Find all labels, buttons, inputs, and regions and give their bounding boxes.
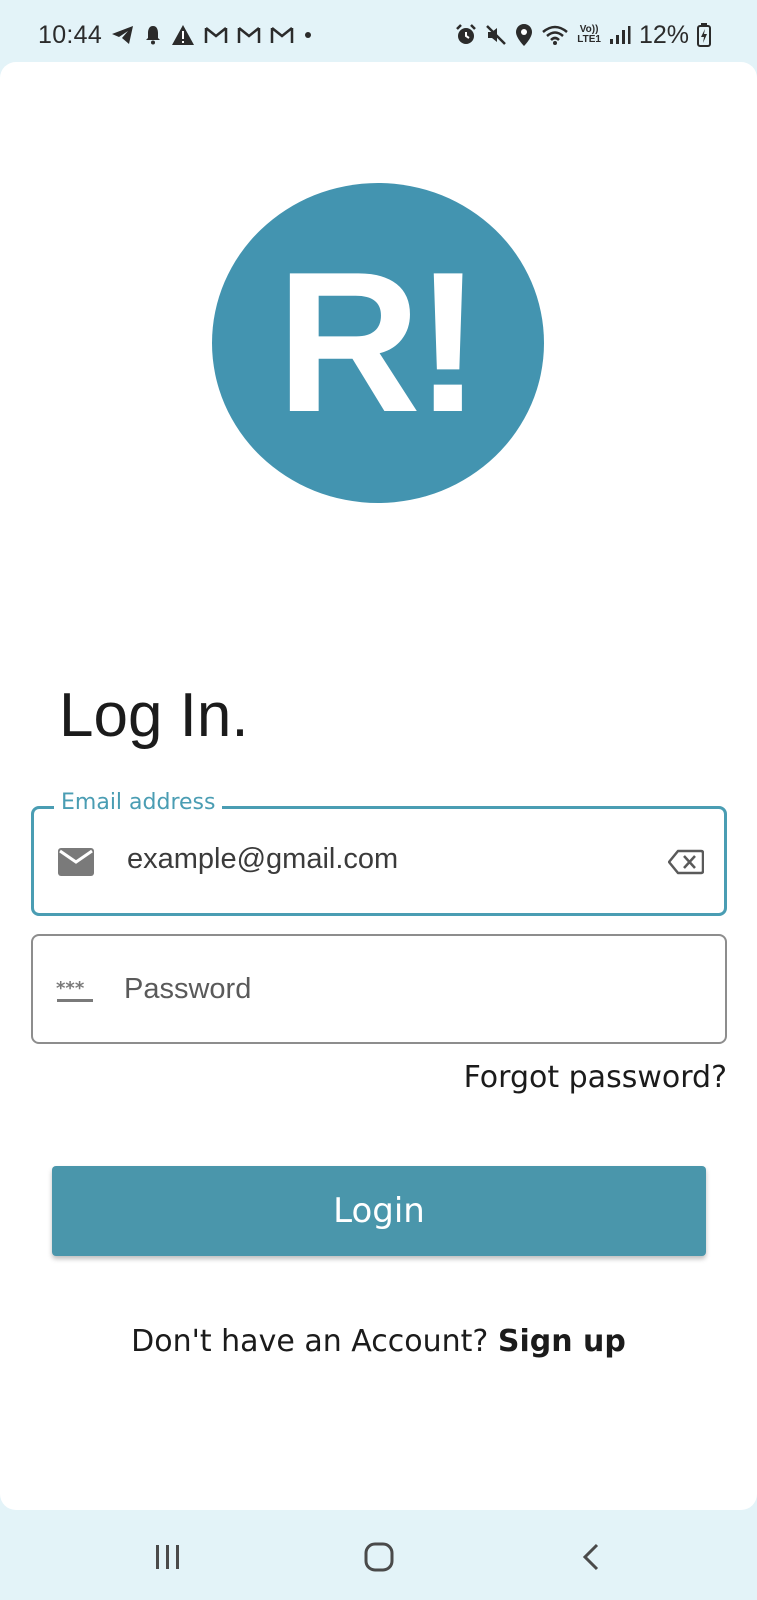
back-icon	[582, 1543, 599, 1571]
signal-icon	[609, 25, 631, 45]
signup-prompt: Don't have an Account? Sign up	[0, 1324, 757, 1359]
lte-label: LTE1	[577, 34, 601, 45]
navigation-bar	[0, 1510, 757, 1600]
status-bar: 10:44 Vo)) LTE1 12%	[0, 0, 757, 62]
home-icon	[364, 1542, 394, 1572]
password-input[interactable]	[124, 966, 684, 1012]
email-input-value[interactable]: example@gmail.com	[127, 843, 398, 876]
email-field-label: Email address	[54, 790, 223, 815]
logo-text: R!	[276, 231, 481, 454]
password-field[interactable]: ***	[31, 934, 727, 1044]
signup-prompt-text: Don't have an Account?	[131, 1324, 498, 1359]
telegram-icon	[111, 25, 135, 45]
status-right: Vo)) LTE1 12%	[455, 20, 711, 50]
password-dots-icon: ***	[55, 978, 95, 1009]
notification-bell-icon	[144, 24, 162, 46]
forgot-password-link[interactable]: Forgot password?	[464, 1060, 727, 1095]
email-field[interactable]: Email address example@gmail.com	[31, 790, 727, 916]
login-card: R! Log In. Email address example@gmail.c…	[0, 62, 757, 1510]
mute-icon	[485, 24, 507, 46]
volte-lte-indicator: Vo)) LTE1	[577, 25, 601, 45]
app-logo: R!	[212, 183, 544, 503]
signup-link[interactable]: Sign up	[498, 1324, 626, 1359]
warning-icon	[171, 24, 195, 46]
gmail-icon	[204, 25, 228, 45]
status-left: 10:44	[38, 20, 313, 50]
status-time: 10:44	[38, 20, 103, 49]
gmail-icon	[237, 25, 261, 45]
clear-text-icon[interactable]	[667, 849, 705, 880]
recents-button[interactable]	[143, 1532, 193, 1582]
location-icon	[515, 23, 533, 47]
mail-icon	[57, 847, 95, 882]
home-button[interactable]	[354, 1532, 404, 1582]
wifi-icon	[541, 24, 569, 46]
battery-percent: 12%	[638, 20, 689, 49]
alarm-icon	[455, 24, 477, 46]
battery-charging-icon	[697, 23, 711, 47]
gmail-icon	[270, 25, 294, 45]
svg-text:***: ***	[56, 980, 85, 999]
login-button[interactable]: Login	[52, 1166, 706, 1256]
more-dot-icon	[303, 30, 313, 40]
back-button[interactable]	[566, 1532, 616, 1582]
recents-icon	[156, 1545, 179, 1569]
page-title: Log In.	[59, 681, 249, 750]
